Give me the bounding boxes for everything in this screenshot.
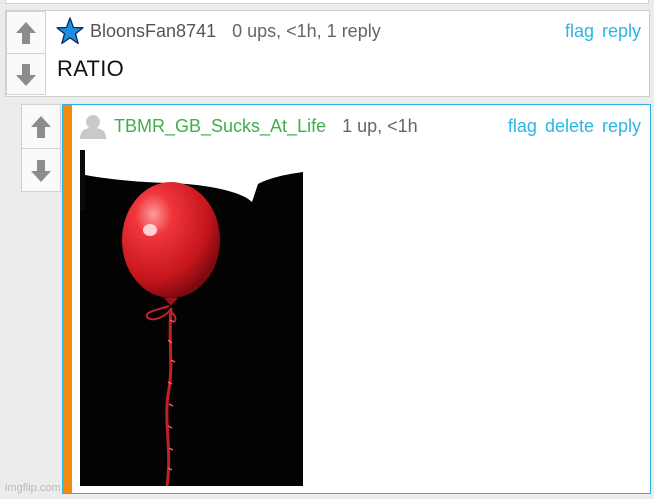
comment-image-balloon[interactable] [80, 150, 303, 486]
comment-actions: flag delete reply [508, 116, 641, 137]
arrow-down-icon [16, 63, 36, 86]
downvote-button[interactable] [7, 53, 45, 95]
default-avatar-icon [80, 115, 106, 139]
imgflip-watermark: imgflip.com [5, 482, 61, 494]
comment-meta: TBMR_GB_Sucks_At_Life 1 up, <1h [80, 113, 418, 139]
comment-stats: 1 up, <1h [342, 115, 418, 136]
comment-actions: flag reply [565, 21, 641, 42]
comment-meta: BloonsFan8741 0 ups, <1h, 1 reply [56, 17, 381, 45]
downvote-button[interactable] [22, 148, 60, 192]
arrow-down-icon [31, 159, 51, 182]
reply-indicator-bar [63, 105, 72, 493]
comment-author[interactable]: TBMR_GB_Sucks_At_Life [114, 116, 326, 137]
vote-controls [21, 104, 61, 192]
delete-link[interactable]: delete [545, 116, 594, 137]
arrow-up-icon [31, 115, 51, 138]
previous-comment-edge [5, 0, 649, 4]
arrow-up-icon [16, 21, 36, 44]
upvote-button[interactable] [22, 105, 60, 148]
flag-link[interactable]: flag [508, 116, 537, 137]
star-badge-icon [56, 17, 84, 45]
flag-link[interactable]: flag [565, 21, 594, 42]
comment-author[interactable]: BloonsFan8741 [90, 21, 216, 42]
comment-body: RATIO [57, 56, 125, 81]
vote-controls [6, 11, 46, 95]
reply-link[interactable]: reply [602, 21, 641, 42]
reply-link[interactable]: reply [602, 116, 641, 137]
upvote-button[interactable] [7, 12, 45, 53]
comment-stats: 0 ups, <1h, 1 reply [232, 20, 381, 41]
